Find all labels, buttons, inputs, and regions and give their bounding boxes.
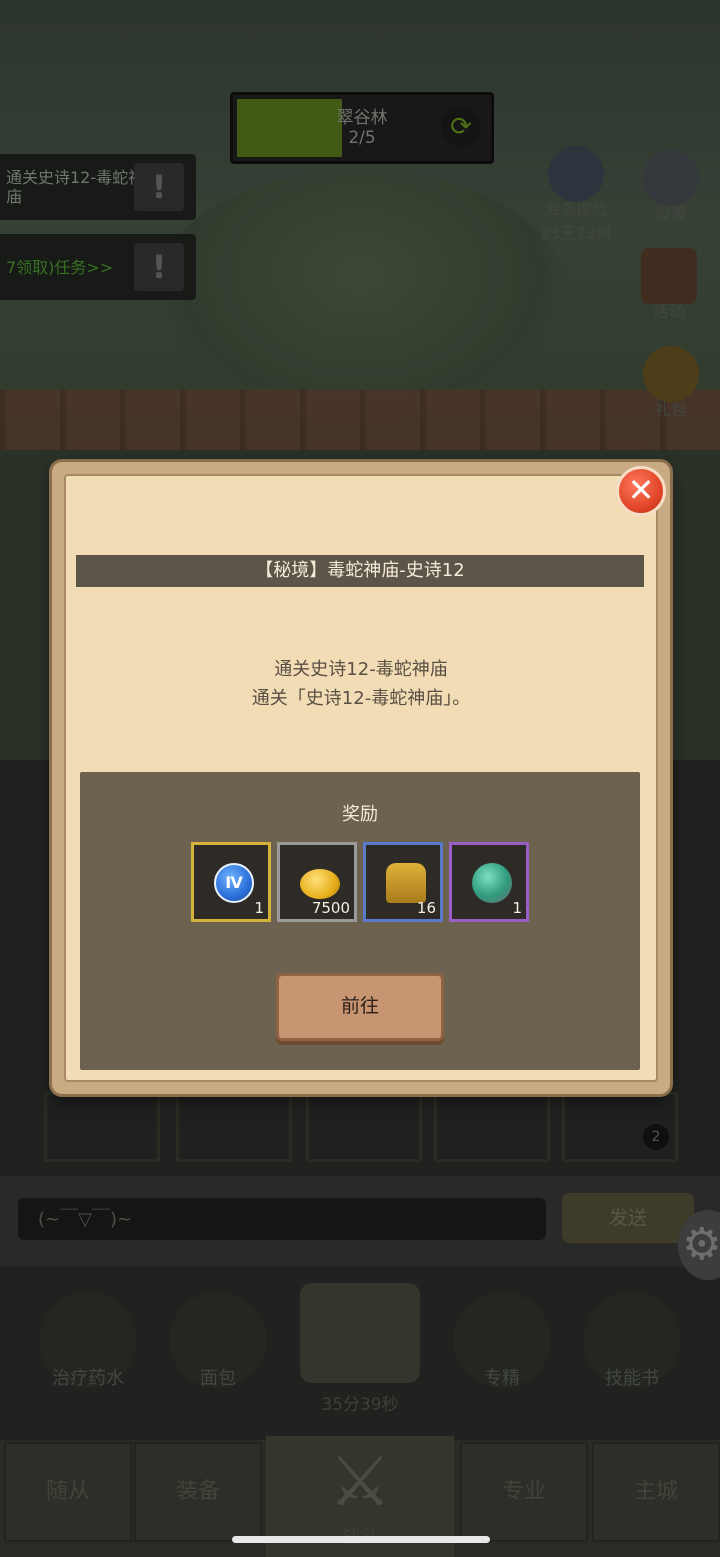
roman-four-medal-icon: Ⅳ xyxy=(214,863,254,903)
green-gem-icon xyxy=(472,863,512,903)
reward-count: 7500 xyxy=(311,899,350,917)
reward-slot[interactable]: 1 xyxy=(449,842,529,922)
reward-slot[interactable]: 7500 xyxy=(277,842,357,922)
dialog-title: 【秘境】毒蛇神庙-史诗12 xyxy=(76,555,644,587)
quest-description-line1: 通关史诗12-毒蛇神庙 xyxy=(274,659,448,680)
reward-slot[interactable]: Ⅳ 1 xyxy=(191,842,271,922)
reward-count: 1 xyxy=(512,899,522,917)
reward-slot[interactable]: 16 xyxy=(363,842,443,922)
home-indicator[interactable] xyxy=(232,1536,490,1543)
close-button[interactable]: ✕ xyxy=(616,466,666,516)
reward-count: 1 xyxy=(254,899,264,917)
horned-helmet-icon xyxy=(386,863,426,903)
gold-coin-icon xyxy=(300,869,340,899)
reward-title: 奖励 xyxy=(342,804,378,825)
reward-count: 16 xyxy=(416,899,436,917)
go-button[interactable]: 前往 xyxy=(276,973,444,1041)
quest-description-line2: 通关「史诗12-毒蛇神庙」。 xyxy=(251,688,471,709)
close-icon: ✕ xyxy=(627,471,655,509)
